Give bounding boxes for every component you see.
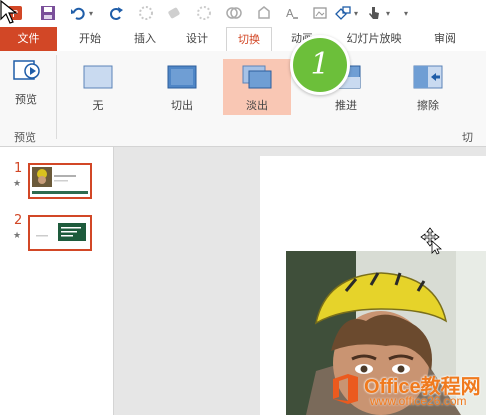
shape-tool-icon[interactable]: [138, 5, 154, 21]
preview-button[interactable]: 预览: [4, 55, 48, 115]
transition-wipe-button[interactable]: 擦除: [394, 59, 462, 115]
ribbon: 预览 预览 无 切出 淡出 推进 擦除 切: [0, 51, 486, 147]
site-watermark: Office教程网 www.office26.com: [330, 368, 482, 412]
slide-thumbnail-2[interactable]: [28, 215, 92, 251]
customize-toolbar-icon[interactable]: ▾: [404, 9, 408, 25]
merge-shapes-icon[interactable]: [226, 5, 242, 21]
transitions-group-label: 切: [462, 131, 473, 144]
tab-slideshow[interactable]: 幻灯片放映: [334, 27, 414, 51]
undo-dropdown-icon[interactable]: ▾: [89, 9, 93, 25]
slide-1-preview-image: [30, 165, 90, 197]
watermark-url: www.office26.com: [370, 394, 467, 408]
shapes-dropdown-icon[interactable]: ▾: [354, 9, 358, 25]
preview-icon: [13, 60, 40, 80]
transition-label: 切出: [171, 99, 193, 112]
transition-none-icon: [83, 65, 113, 89]
mouse-pointer-icon: [0, 0, 18, 24]
transition-fade-button[interactable]: 淡出: [223, 59, 291, 115]
transition-label: 擦除: [417, 99, 439, 112]
eraser-icon[interactable]: [166, 5, 182, 21]
tab-home[interactable]: 开始: [65, 27, 115, 51]
tab-design[interactable]: 设计: [172, 27, 222, 51]
transition-none-button[interactable]: 无: [64, 59, 132, 115]
transition-label: 淡出: [246, 99, 268, 112]
tab-insert[interactable]: 插入: [120, 27, 170, 51]
transition-cut-button[interactable]: 切出: [148, 59, 216, 115]
shapes-gallery-icon[interactable]: [334, 5, 352, 21]
text-format-icon[interactable]: A: [284, 5, 300, 21]
transition-label: 推进: [335, 99, 357, 112]
slide-thumbnail-1[interactable]: [28, 163, 92, 199]
insert-picture-icon[interactable]: [312, 5, 328, 21]
transition-cut-icon: [167, 65, 197, 89]
transition-star-icon: ★: [13, 231, 22, 241]
office-logo-icon: [333, 374, 358, 404]
step-number-badge: 1: [290, 35, 350, 95]
quick-access-toolbar: P ▾ A ▾ ▾ ▾: [0, 0, 486, 27]
redo-icon[interactable]: [108, 5, 124, 21]
ink-tool-icon[interactable]: [196, 5, 212, 21]
move-cursor-icon: [420, 227, 442, 255]
transition-wipe-icon: [413, 65, 443, 89]
ribbon-tab-bar: 文件 开始 插入 设计 切换 动画 幻灯片放映 审阅: [0, 27, 486, 52]
transition-fade-icon: [242, 65, 272, 89]
tab-file[interactable]: 文件: [0, 27, 57, 51]
transition-star-icon: ★: [13, 179, 22, 189]
slide-number: 1: [14, 161, 23, 176]
tab-review[interactable]: 审阅: [420, 27, 470, 51]
save-icon[interactable]: [40, 5, 56, 21]
group-divider: [56, 55, 57, 139]
slide-number: 2: [14, 213, 23, 228]
freeform-shape-icon[interactable]: [256, 5, 272, 21]
slide-2-preview-image: [30, 217, 90, 249]
transition-label: 无: [92, 99, 104, 112]
preview-button-label: 预览: [15, 93, 37, 106]
tab-transitions[interactable]: 切换: [226, 27, 272, 52]
undo-icon[interactable]: [70, 5, 86, 21]
slide-thumbnail-pane: 1 ★ 2 ★: [0, 147, 114, 415]
touch-mode-icon[interactable]: [366, 5, 382, 21]
svg-text:A: A: [286, 7, 294, 20]
preview-group-label: 预览: [14, 131, 36, 144]
touch-mode-dropdown-icon[interactable]: ▾: [386, 9, 390, 25]
